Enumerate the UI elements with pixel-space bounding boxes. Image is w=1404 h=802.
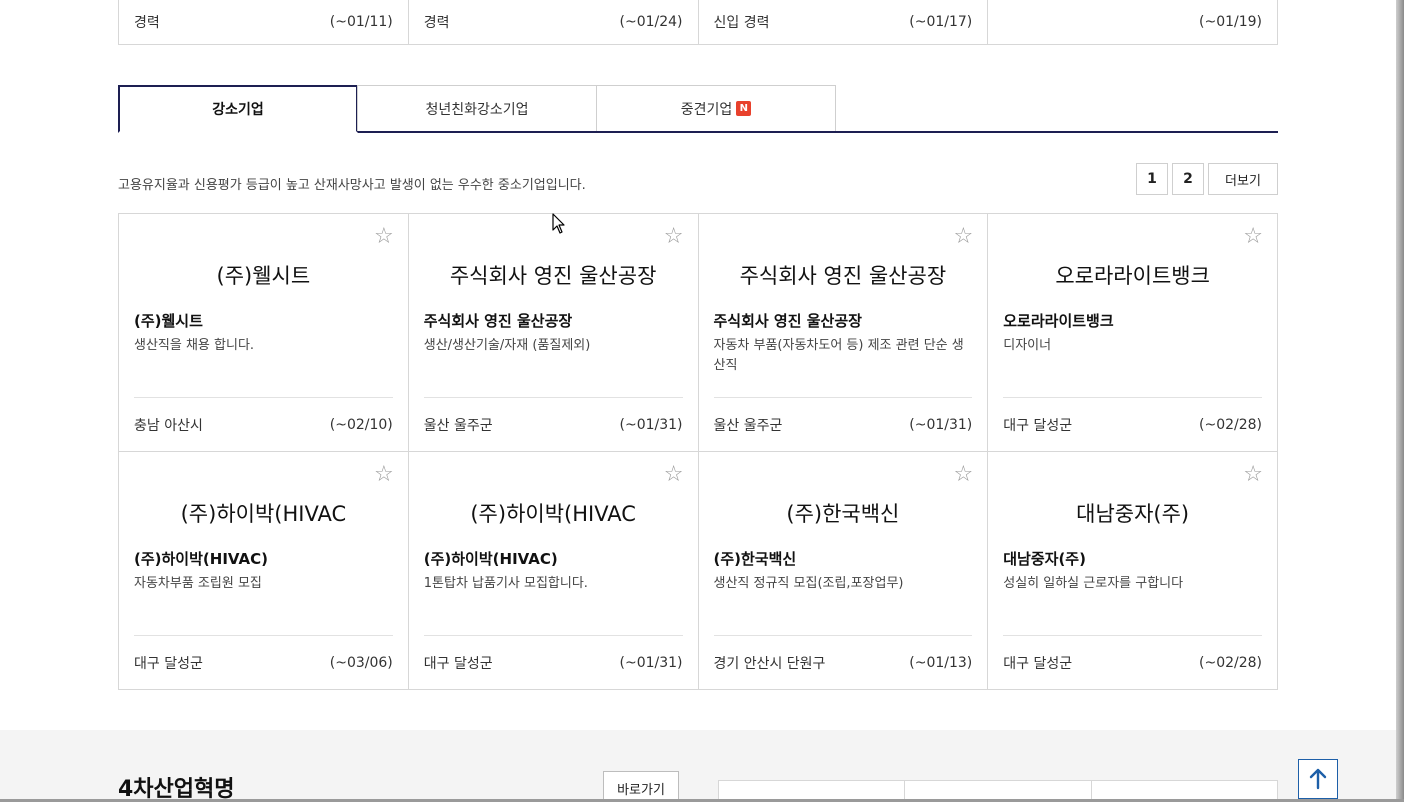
job-title: 자동차 부품(자동차도어 등) 제조 관련 단순 생산직 bbox=[713, 338, 964, 373]
job-title: 성실히 일하실 근로자를 구합니다 bbox=[1003, 576, 1184, 591]
previous-card[interactable]: 경력 (~01/24) bbox=[409, 0, 699, 44]
company-logo-text: 대남중자(주) bbox=[1076, 502, 1190, 526]
job-title: 생산직 정규직 모집(조립,포장업무) bbox=[713, 576, 904, 591]
page-1-button[interactable]: 1 bbox=[1136, 163, 1168, 195]
tab-youth-friendly-company[interactable]: 청년친화강소기업 bbox=[357, 85, 597, 131]
deadline: (~01/11) bbox=[329, 14, 393, 30]
deadline: (~01/19) bbox=[1199, 14, 1262, 30]
location: 경기 안산시 단원구 bbox=[713, 655, 826, 672]
company-card[interactable]: ☆ 주식회사 영진 울산공장 주식회사 영진 울산공장 생산/생산기술/자재 (… bbox=[408, 214, 699, 452]
star-outline-icon[interactable]: ☆ bbox=[1243, 464, 1263, 486]
location: 대구 달성군 bbox=[1003, 655, 1073, 672]
company-logo-text: (주)하이박(HIVAC bbox=[180, 502, 347, 526]
job-title: 디자이너 bbox=[1003, 338, 1052, 353]
star-outline-icon[interactable]: ☆ bbox=[374, 226, 394, 248]
job-title: 자동차부품 조립원 모집 bbox=[134, 576, 262, 591]
company-logo-text: (주)웰시트 bbox=[216, 264, 311, 288]
tab-mid-sized-company[interactable]: 중견기업 N bbox=[596, 85, 836, 131]
company-name: (주)하이박(HIVAC) bbox=[423, 550, 558, 568]
tab-label: 강소기업 bbox=[212, 102, 264, 118]
section-title: 4차산업혁명 bbox=[118, 777, 235, 802]
company-name: 주식회사 영진 울산공장 bbox=[423, 312, 573, 330]
page-2-button[interactable]: 2 bbox=[1172, 163, 1204, 195]
star-outline-icon[interactable]: ☆ bbox=[664, 464, 684, 486]
previous-card-row: 경력 (~01/11) 경력 (~01/24) 신입 경력 (~01/17) (… bbox=[118, 0, 1278, 45]
previous-card[interactable]: 경력 (~01/11) bbox=[119, 0, 409, 44]
company-type-tabs: 강소기업 청년친화강소기업 중견기업 N bbox=[118, 85, 1278, 133]
star-outline-icon[interactable]: ☆ bbox=[374, 464, 394, 486]
company-name: 대남중자(주) bbox=[1003, 550, 1086, 568]
company-card[interactable]: ☆ (주)웰시트 (주)웰시트 생산직을 채용 합니다. 충남 아산시 (~02… bbox=[119, 214, 409, 452]
location: 대구 달성군 bbox=[134, 655, 203, 672]
company-card-grid: ☆ (주)웰시트 (주)웰시트 생산직을 채용 합니다. 충남 아산시 (~02… bbox=[118, 213, 1278, 690]
pagination: 1 2 더보기 bbox=[1136, 163, 1278, 195]
arrow-up-icon bbox=[1309, 768, 1327, 790]
career-type: 경력 bbox=[423, 15, 450, 31]
tab-small-strong-company[interactable]: 강소기업 bbox=[118, 85, 358, 133]
tab-label: 중견기업 bbox=[680, 101, 733, 118]
career-type: 신입 경력 bbox=[713, 15, 770, 31]
card-footer: 대구 달성군 (~01/31) bbox=[423, 635, 683, 689]
company-name: (주)하이박(HIVAC) bbox=[134, 550, 268, 568]
deadline: (~01/31) bbox=[909, 416, 973, 433]
deadline: (~01/17) bbox=[909, 14, 973, 30]
company-logo-text: 주식회사 영진 울산공장 bbox=[449, 264, 657, 288]
deadline: (~03/06) bbox=[329, 654, 393, 671]
career-type: 경력 bbox=[134, 15, 160, 31]
window-edge bbox=[1396, 0, 1404, 802]
company-card[interactable]: ☆ (주)하이박(HIVAC (주)하이박(HIVAC) 자동차부품 조립원 모… bbox=[119, 452, 409, 690]
deadline: (~02/28) bbox=[1199, 416, 1262, 433]
deadline: (~01/24) bbox=[619, 14, 683, 30]
company-card[interactable]: ☆ 주식회사 영진 울산공장 주식회사 영진 울산공장 자동차 부품(자동차도어… bbox=[698, 214, 989, 452]
location: 대구 달성군 bbox=[1003, 417, 1073, 434]
more-button[interactable]: 더보기 bbox=[1208, 163, 1278, 195]
star-outline-icon[interactable]: ☆ bbox=[954, 226, 974, 248]
card-footer: 울산 울주군 (~01/31) bbox=[713, 397, 973, 451]
previous-card[interactable]: 신입 경력 (~01/17) bbox=[699, 0, 989, 44]
previous-card[interactable]: (~01/19) bbox=[988, 0, 1277, 44]
company-card[interactable]: ☆ 대남중자(주) 대남중자(주) 성실히 일하실 근로자를 구합니다 대구 달… bbox=[988, 452, 1278, 690]
job-title: 생산/생산기술/자재 (품질제외) bbox=[423, 338, 591, 353]
card-footer: 대구 달성군 (~02/28) bbox=[1003, 397, 1262, 451]
mouse-cursor-icon bbox=[552, 213, 565, 234]
company-logo-text: (주)하이박(HIVAC bbox=[470, 502, 636, 526]
deadline: (~01/13) bbox=[909, 654, 973, 671]
list-header: 고용유지율과 신용평가 등급이 높고 산재사망사고 발생이 없는 우수한 중소기… bbox=[118, 163, 1278, 195]
company-card[interactable]: ☆ (주)한국백신 (주)한국백신 생산직 정규직 모집(조립,포장업무) 경기… bbox=[698, 452, 989, 690]
star-outline-icon[interactable]: ☆ bbox=[954, 464, 974, 486]
location: 울산 울주군 bbox=[713, 417, 783, 434]
deadline: (~01/31) bbox=[619, 654, 683, 671]
new-badge: N bbox=[736, 101, 752, 116]
deadline: (~01/31) bbox=[619, 416, 683, 433]
tab-label: 청년친화강소기업 bbox=[425, 101, 529, 118]
company-name: (주)한국백신 bbox=[713, 550, 797, 568]
company-logo-text: (주)한국백신 bbox=[786, 502, 900, 526]
star-outline-icon[interactable]: ☆ bbox=[664, 226, 684, 248]
company-logo-text: 주식회사 영진 울산공장 bbox=[739, 264, 947, 288]
deadline: (~02/28) bbox=[1199, 654, 1262, 671]
company-card[interactable]: ☆ 오로라라이트뱅크 오로라라이트뱅크 디자이너 대구 달성군 (~02/28) bbox=[988, 214, 1278, 452]
card-footer: 충남 아산시 (~02/10) bbox=[134, 397, 393, 451]
card-footer: 대구 달성군 (~03/06) bbox=[134, 635, 393, 689]
deadline: (~02/10) bbox=[329, 416, 393, 433]
location: 대구 달성군 bbox=[423, 655, 493, 672]
location: 충남 아산시 bbox=[134, 417, 203, 434]
company-logo-text: 오로라라이트뱅크 bbox=[1055, 264, 1210, 288]
company-name: 오로라라이트뱅크 bbox=[1003, 312, 1114, 330]
list-description: 고용유지율과 신용평가 등급이 높고 산재사망사고 발생이 없는 우수한 중소기… bbox=[118, 178, 586, 193]
location: 울산 울주군 bbox=[423, 417, 493, 434]
company-name: (주)웰시트 bbox=[134, 312, 203, 330]
card-footer: 경기 안산시 단원구 (~01/13) bbox=[713, 635, 973, 689]
shortcut-button[interactable]: 바로가기 bbox=[603, 771, 679, 802]
job-title: 생산직을 채용 합니다. bbox=[134, 338, 255, 353]
card-footer: 울산 울주군 (~01/31) bbox=[423, 397, 683, 451]
company-card[interactable]: ☆ (주)하이박(HIVAC (주)하이박(HIVAC) 1톤탑차 납품기사 모… bbox=[408, 452, 699, 690]
job-title: 1톤탑차 납품기사 모집합니다. bbox=[423, 576, 588, 591]
star-outline-icon[interactable]: ☆ bbox=[1243, 226, 1263, 248]
company-name: 주식회사 영진 울산공장 bbox=[713, 312, 862, 330]
scroll-to-top-button[interactable] bbox=[1298, 759, 1338, 799]
card-footer: 대구 달성군 (~02/28) bbox=[1003, 635, 1262, 689]
